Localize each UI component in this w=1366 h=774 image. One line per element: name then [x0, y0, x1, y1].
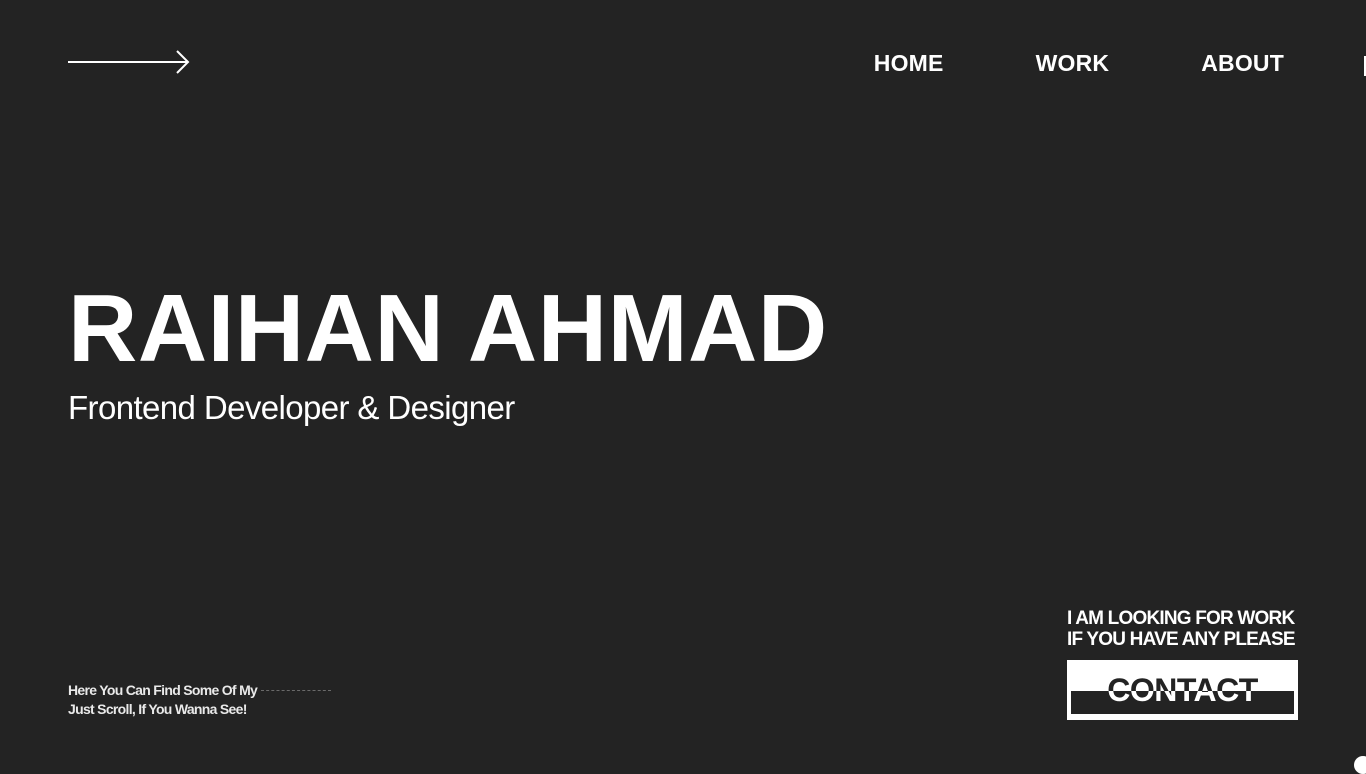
- cta-line-2: IF YOU HAVE ANY PLEASE: [1067, 629, 1296, 650]
- cta-text: I AM LOOKING FOR WORK IF YOU HAVE ANY PL…: [1067, 608, 1298, 650]
- cta-section: I AM LOOKING FOR WORK IF YOU HAVE ANY PL…: [1067, 608, 1298, 720]
- cta-line-1: I AM LOOKING FOR WORK: [1067, 608, 1295, 629]
- nav-home[interactable]: HOME: [874, 48, 944, 78]
- contact-button-label-inverse: CONTACT: [1067, 691, 1298, 710]
- nav-about[interactable]: ABOUT: [1201, 48, 1284, 78]
- scroll-hint-text-2: Just Scroll, If You Wanna See!: [68, 701, 247, 717]
- dashed-line-decoration: [261, 689, 332, 691]
- scroll-hint: Here You Can Find Some Of My Just Scroll…: [68, 681, 332, 719]
- contact-button[interactable]: CONTACT CONTACT: [1067, 660, 1298, 720]
- hero-role: Frontend Developer & Designer: [68, 389, 515, 426]
- hero-name: RAIHAN AHMAD: [68, 275, 828, 382]
- contact-button-label-mask: CONTACT: [1067, 691, 1298, 714]
- hero-section: RAIHAN AHMAD Frontend Developer & Design…: [68, 278, 828, 428]
- nav-work[interactable]: WORK: [1036, 48, 1110, 78]
- scroll-hint-text-1: Here You Can Find Some Of My: [68, 682, 258, 698]
- cursor-blob: [1354, 756, 1366, 774]
- arrow-right-icon[interactable]: [66, 48, 192, 76]
- scroll-hint-line-1: Here You Can Find Some Of My: [68, 681, 332, 700]
- arrow-right-icon-graphic: [68, 50, 190, 74]
- main-nav: HOME WORK ABOUT: [874, 48, 1284, 78]
